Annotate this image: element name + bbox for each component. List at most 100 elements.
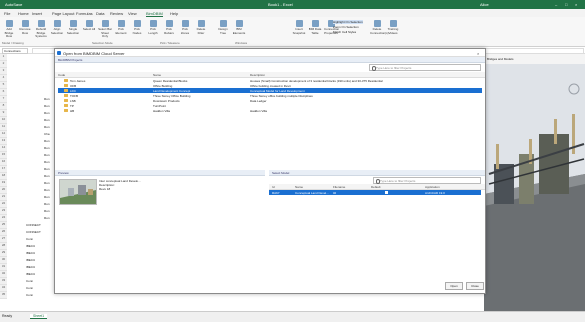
row-header[interactable]: 33 — [0, 278, 7, 285]
pick-rebars-button[interactable]: Pick Rebars — [162, 20, 176, 35]
bim-data-table-button[interactable]: BIM Data Table — [308, 20, 322, 35]
pick-zones-button[interactable]: Pick Zones — [178, 20, 192, 35]
model-search-input[interactable]: Type Here to filter Projects — [373, 177, 481, 184]
col-id[interactable]: Id — [272, 185, 275, 189]
cell-value[interactable]: Run — [44, 181, 50, 185]
sheet-tab[interactable]: Sheet1 — [30, 314, 48, 319]
menu-review[interactable]: Review — [110, 11, 123, 16]
cell-value[interactable]: Run — [44, 216, 50, 220]
insert-snapshot-button[interactable]: Insert Snapshot — [292, 20, 306, 35]
cell-value[interactable]: Conn — [26, 279, 33, 283]
row-header[interactable]: 19 — [0, 180, 7, 187]
menu-view[interactable]: View — [128, 11, 137, 16]
maximize-icon[interactable]: □ — [565, 2, 567, 7]
cell-value[interactable]: Run — [44, 118, 50, 122]
cell-value[interactable]: Run — [44, 209, 50, 213]
cell-value[interactable]: Conn — [26, 286, 33, 290]
row-header[interactable]: 4 — [0, 75, 7, 82]
row-header[interactable]: 28 — [0, 243, 7, 250]
cell-value[interactable]: Run — [44, 188, 50, 192]
col-filename[interactable]: Filename — [333, 185, 345, 189]
row-header[interactable]: 24 — [0, 215, 7, 222]
col-default[interactable]: Default — [371, 185, 381, 189]
row-header[interactable]: 35 — [0, 292, 7, 299]
row-header[interactable]: 7 — [0, 96, 7, 103]
row-header[interactable]: 14 — [0, 145, 7, 152]
autosave-label[interactable]: AutoSave — [5, 2, 22, 7]
col-application[interactable]: Application — [425, 185, 440, 189]
row-header[interactable]: 9 — [0, 110, 7, 117]
cell-value[interactable]: Run — [44, 167, 50, 171]
ribbon-option-0[interactable]: Highlight On Selection — [333, 20, 363, 24]
menu-insert[interactable]: Insert — [32, 11, 42, 16]
ribbon-option-1[interactable]: Zoom On Selection — [333, 25, 359, 29]
cell-value[interactable]: Run — [44, 104, 50, 108]
project-row[interactable]: HB Haddon Villa Haddon Villa — [58, 108, 482, 113]
delete-filter-button[interactable]: Delete Filter — [194, 20, 208, 35]
menu-page-layout[interactable]: Page Layout — [52, 11, 74, 16]
cell-value[interactable]: IBECU — [26, 251, 35, 255]
row-header[interactable]: 15 — [0, 152, 7, 159]
single-selection-button[interactable]: Single Selection — [66, 20, 80, 35]
remove-row-button[interactable]: Remove Row — [18, 20, 32, 35]
open-button[interactable]: Open — [445, 282, 463, 290]
row-header[interactable]: 12 — [0, 131, 7, 138]
cell-value[interactable]: Conn — [26, 293, 33, 297]
cell-value[interactable]: IBECU — [26, 272, 35, 276]
row-header[interactable]: 8 — [0, 103, 7, 110]
row-header[interactable]: 32 — [0, 271, 7, 278]
cell-value[interactable]: Conn — [26, 237, 33, 241]
default-checkbox[interactable] — [385, 190, 388, 194]
row-header[interactable]: 3 — [0, 68, 7, 75]
row-header[interactable]: 25 — [0, 222, 7, 229]
row-header[interactable]: 27 — [0, 236, 7, 243]
select-bar-sheet-only-button[interactable]: Select Bar Sheet Only — [98, 20, 112, 39]
cell-value[interactable]: Run — [44, 139, 50, 143]
add-bridge-row-button[interactable]: Add Bridge Row — [2, 20, 16, 39]
cell-value[interactable]: CONNECT — [26, 230, 41, 234]
menu-file[interactable]: File — [4, 11, 10, 16]
row-header[interactable]: 34 — [0, 285, 7, 292]
select-all-button[interactable]: Select All — [82, 20, 96, 32]
row-header[interactable]: 16 — [0, 159, 7, 166]
menu-home[interactable]: Home — [18, 11, 29, 16]
close-icon[interactable]: × — [575, 2, 577, 7]
cell-value[interactable]: Cha — [44, 132, 50, 136]
cell-value[interactable]: Run — [44, 153, 50, 157]
row-header[interactable]: 13 — [0, 138, 7, 145]
cell-value[interactable]: CONNECT — [26, 223, 41, 227]
cell-value[interactable]: Run — [44, 160, 50, 164]
pick-nodes-button[interactable]: Pick Nodes — [130, 20, 144, 35]
cell-value[interactable]: Run — [44, 125, 50, 129]
minimize-icon[interactable]: – — [555, 2, 557, 7]
project-row[interactable]: OFB Office Building Office building create… — [58, 83, 482, 88]
project-row[interactable]: TP TurnPoint — [58, 103, 482, 108]
cell-value[interactable]: Run — [44, 202, 50, 206]
row-header[interactable]: 18 — [0, 173, 7, 180]
col-description[interactable]: Description — [250, 73, 265, 77]
project-row[interactable]: LDC Land Development Concept Conceptual Mo… — [58, 88, 482, 93]
align-selection-button[interactable]: Align Selection — [50, 20, 64, 35]
project-row[interactable]: TOFB Three Storey Office Building Three St… — [58, 93, 482, 98]
dialog-close-icon[interactable]: × — [477, 51, 479, 56]
cell-value[interactable]: Run — [44, 174, 50, 178]
row-header[interactable]: 23 — [0, 208, 7, 215]
rebuild-bridge-systems-button[interactable]: Rebuild Bridge Systems — [34, 20, 48, 39]
cell-value[interactable]: Run — [44, 111, 50, 115]
row-header[interactable]: 22 — [0, 201, 7, 208]
row-header[interactable]: 20 — [0, 187, 7, 194]
col-model-name[interactable]: Name — [295, 185, 303, 189]
menu-formulas[interactable]: Formulas — [76, 11, 93, 16]
row-header[interactable]: 1 — [0, 54, 7, 61]
row-header[interactable]: 31 — [0, 264, 7, 271]
delete-connection-s-button[interactable]: Delete Connection(s) — [370, 20, 389, 35]
row-header[interactable]: 5 — [0, 82, 7, 89]
row-header[interactable]: 11 — [0, 124, 7, 131]
col-name[interactable]: Name — [153, 73, 161, 77]
pick-length-button[interactable]: Pick Length — [146, 20, 160, 35]
menu-help[interactable]: Help — [170, 11, 178, 16]
cell-value[interactable]: Run — [44, 195, 50, 199]
cell-value[interactable]: IBECU — [26, 258, 35, 262]
project-row[interactable]: Tom James Queen Residential Blocks Houses … — [58, 78, 482, 83]
cell-value[interactable]: IBECU — [26, 244, 35, 248]
